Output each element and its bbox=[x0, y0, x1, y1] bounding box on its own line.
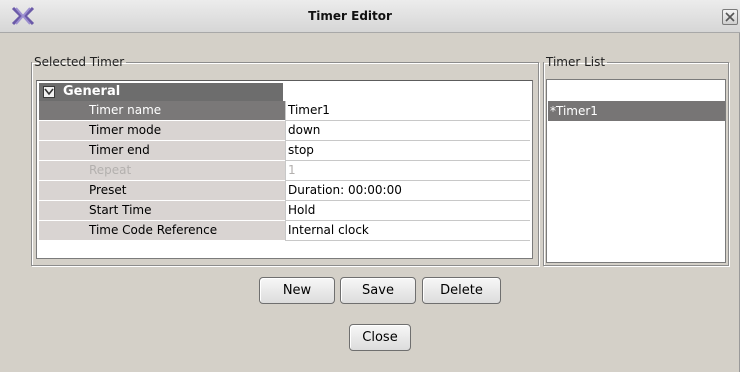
category-label: General bbox=[63, 84, 121, 99]
delete-button[interactable]: Delete bbox=[422, 277, 501, 304]
property-row-timer-mode[interactable]: Timer mode down bbox=[39, 121, 530, 141]
property-name[interactable]: Start Time bbox=[39, 201, 285, 221]
selected-timer-legend: Selected Timer bbox=[34, 55, 125, 69]
property-name[interactable]: Timer name bbox=[39, 101, 285, 121]
save-button[interactable]: Save bbox=[340, 277, 416, 304]
property-name[interactable]: Time Code Reference bbox=[39, 221, 285, 241]
timer-list[interactable]: *Timer1 bbox=[546, 79, 726, 263]
new-button[interactable]: New bbox=[259, 277, 335, 304]
close-icon[interactable] bbox=[722, 9, 738, 25]
window-title: Timer Editor bbox=[308, 9, 392, 23]
property-name: Repeat bbox=[39, 161, 285, 181]
property-value-time-code-reference[interactable]: Internal clock bbox=[285, 221, 530, 241]
property-row-timer-end[interactable]: Timer end stop bbox=[39, 141, 530, 161]
property-name[interactable]: Timer mode bbox=[39, 121, 285, 141]
property-name[interactable]: Preset bbox=[39, 181, 285, 201]
timer-editor-window: Timer Editor Selected Timer Timer List G… bbox=[0, 0, 740, 372]
property-row-preset[interactable]: Preset Duration: 00:00:00 bbox=[39, 181, 530, 201]
property-row-repeat: Repeat 1 bbox=[39, 161, 530, 181]
property-row-timer-name[interactable]: Timer name Timer1 bbox=[39, 101, 530, 121]
property-value-timer-name[interactable]: Timer1 bbox=[285, 101, 530, 121]
category-header-blank bbox=[283, 83, 530, 101]
title-bar[interactable]: Timer Editor bbox=[0, 0, 740, 33]
property-row-time-code-reference[interactable]: Time Code Reference Internal clock bbox=[39, 221, 530, 241]
property-row-start-time[interactable]: Start Time Hold bbox=[39, 201, 530, 221]
property-name[interactable]: Timer end bbox=[39, 141, 285, 161]
checkbox-icon[interactable] bbox=[43, 86, 55, 98]
property-value-timer-mode[interactable]: down bbox=[285, 121, 530, 141]
property-grid: General Timer name Timer1 Timer mode dow… bbox=[36, 80, 533, 259]
category-header[interactable]: General bbox=[39, 83, 283, 101]
property-value-start-time[interactable]: Hold bbox=[285, 201, 530, 221]
timer-list-legend: Timer List bbox=[546, 55, 606, 69]
close-button[interactable]: Close bbox=[349, 324, 411, 351]
property-value-preset[interactable]: Duration: 00:00:00 bbox=[285, 181, 530, 201]
category-row-general[interactable]: General bbox=[39, 83, 530, 101]
property-value-repeat: 1 bbox=[285, 161, 530, 181]
property-value-timer-end[interactable]: stop bbox=[285, 141, 530, 161]
list-item[interactable]: *Timer1 bbox=[548, 101, 725, 121]
